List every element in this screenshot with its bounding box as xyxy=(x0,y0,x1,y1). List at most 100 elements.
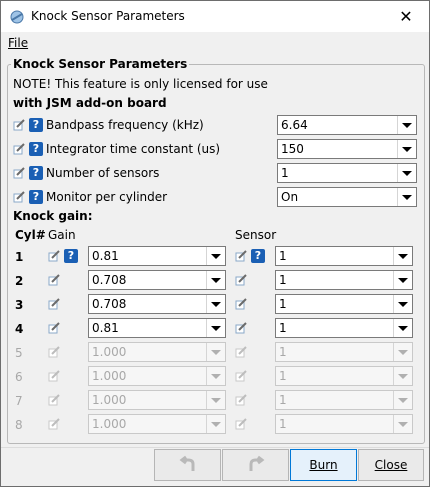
cyl-number: 6 xyxy=(15,370,23,384)
help-icon[interactable]: ? xyxy=(29,142,43,156)
edit-icon xyxy=(235,322,247,334)
help-icon[interactable]: ? xyxy=(251,249,265,263)
edit-icon xyxy=(48,298,60,310)
param-select[interactable]: 1 xyxy=(277,163,417,183)
chevron-down-icon[interactable] xyxy=(206,367,225,385)
edit-icon xyxy=(13,191,25,203)
cyl-number: 3 xyxy=(15,298,24,312)
cyl-number: 2 xyxy=(15,274,24,288)
redo-icon xyxy=(249,455,264,471)
chevron-down-icon[interactable] xyxy=(393,295,412,313)
chevron-down-icon[interactable] xyxy=(206,247,225,265)
param-select[interactable]: On xyxy=(277,187,417,207)
param-label: Integrator time constant (us) xyxy=(46,142,221,156)
gain-select[interactable]: 1.000 xyxy=(88,342,226,362)
chevron-down-icon[interactable] xyxy=(393,343,412,361)
param-row: ? Monitor per cylinder On xyxy=(1,187,429,207)
undo-button[interactable] xyxy=(154,449,221,481)
help-icon[interactable]: ? xyxy=(29,118,43,132)
param-value: 1 xyxy=(281,166,289,180)
sensor-select[interactable]: 1 xyxy=(275,318,413,338)
chevron-down-icon[interactable] xyxy=(206,391,225,409)
edit-icon xyxy=(13,167,25,179)
param-label: Monitor per cylinder xyxy=(46,190,168,204)
edit-icon xyxy=(235,394,247,406)
edit-icon xyxy=(13,119,25,131)
help-icon[interactable]: ? xyxy=(29,166,43,180)
sensor-select[interactable]: 1 xyxy=(275,342,413,362)
param-value: 6.64 xyxy=(281,118,308,132)
gain-select[interactable]: 0.81 xyxy=(88,318,226,338)
burn-button[interactable]: Burn xyxy=(290,449,357,481)
sensor-select[interactable]: 1 xyxy=(275,294,413,314)
edit-icon xyxy=(235,418,247,430)
edit-icon xyxy=(235,370,247,382)
chevron-down-icon[interactable] xyxy=(206,415,225,433)
chevron-down-icon[interactable] xyxy=(393,367,412,385)
sensor-value: 1 xyxy=(279,321,287,335)
gain-select[interactable]: 0.708 xyxy=(88,270,226,290)
gain-row: 5 1.000 1 xyxy=(1,342,429,362)
sensor-select[interactable]: 1 xyxy=(275,390,413,410)
param-row: ? Bandpass frequency (kHz) 6.64 xyxy=(1,115,429,135)
sensor-select[interactable]: 1 xyxy=(275,270,413,290)
col-sensor-header: Sensor xyxy=(235,228,277,242)
redo-button[interactable] xyxy=(222,449,289,481)
sensor-select[interactable]: 1 xyxy=(275,414,413,434)
close-window-button[interactable]: ✕ xyxy=(383,1,429,32)
param-row: ? Integrator time constant (us) 150 xyxy=(1,139,429,159)
burn-button-label: Burn xyxy=(309,458,338,472)
chevron-down-icon[interactable] xyxy=(393,247,412,265)
help-icon[interactable]: ? xyxy=(64,249,78,263)
chevron-down-icon[interactable] xyxy=(397,140,416,158)
col-cyl-header: Cyl# xyxy=(15,228,46,242)
chevron-down-icon[interactable] xyxy=(397,164,416,182)
sensor-value: 1 xyxy=(279,393,287,407)
cyl-number: 5 xyxy=(15,346,23,360)
chevron-down-icon[interactable] xyxy=(393,271,412,289)
sensor-value: 1 xyxy=(279,273,287,287)
param-select[interactable]: 150 xyxy=(277,139,417,159)
gain-value: 0.81 xyxy=(92,321,119,335)
gain-value: 1.000 xyxy=(92,369,127,383)
chevron-down-icon[interactable] xyxy=(397,188,416,206)
edit-icon xyxy=(48,250,60,262)
chevron-down-icon[interactable] xyxy=(206,319,225,337)
gain-row: 4 0.81 1 xyxy=(1,318,429,338)
gain-select[interactable]: 1.000 xyxy=(88,390,226,410)
gain-value: 0.81 xyxy=(92,249,119,263)
app-icon xyxy=(10,10,24,24)
button-bar-separator xyxy=(1,447,429,448)
gain-select[interactable]: 0.81 xyxy=(88,246,226,266)
edit-icon xyxy=(48,394,60,406)
chevron-down-icon[interactable] xyxy=(397,116,416,134)
chevron-down-icon[interactable] xyxy=(393,319,412,337)
gain-select[interactable]: 1.000 xyxy=(88,414,226,434)
param-select[interactable]: 6.64 xyxy=(277,115,417,135)
gain-select[interactable]: 0.708 xyxy=(88,294,226,314)
sensor-select[interactable]: 1 xyxy=(275,366,413,386)
chevron-down-icon[interactable] xyxy=(393,391,412,409)
chevron-down-icon[interactable] xyxy=(206,271,225,289)
gain-select[interactable]: 1.000 xyxy=(88,366,226,386)
edit-icon xyxy=(48,346,60,358)
gain-row: 7 1.000 1 xyxy=(1,390,429,410)
cyl-number: 7 xyxy=(15,394,23,408)
close-button[interactable]: Close xyxy=(358,449,424,481)
gain-value: 1.000 xyxy=(92,417,127,431)
edit-icon xyxy=(48,322,60,334)
edit-icon xyxy=(48,418,60,430)
chevron-down-icon[interactable] xyxy=(206,295,225,313)
menu-file[interactable]: File xyxy=(8,36,28,50)
sensor-select[interactable]: 1 xyxy=(275,246,413,266)
chevron-down-icon[interactable] xyxy=(393,415,412,433)
chevron-down-icon[interactable] xyxy=(206,343,225,361)
knock-sensor-window: Knock Sensor Parameters ✕ File Knock Sen… xyxy=(0,0,430,487)
edit-icon xyxy=(235,274,247,286)
edit-icon xyxy=(48,370,60,382)
edit-icon xyxy=(48,274,60,286)
sensor-value: 1 xyxy=(279,297,287,311)
sensor-value: 1 xyxy=(279,345,287,359)
gain-row: 8 1.000 1 xyxy=(1,414,429,434)
help-icon[interactable]: ? xyxy=(29,190,43,204)
